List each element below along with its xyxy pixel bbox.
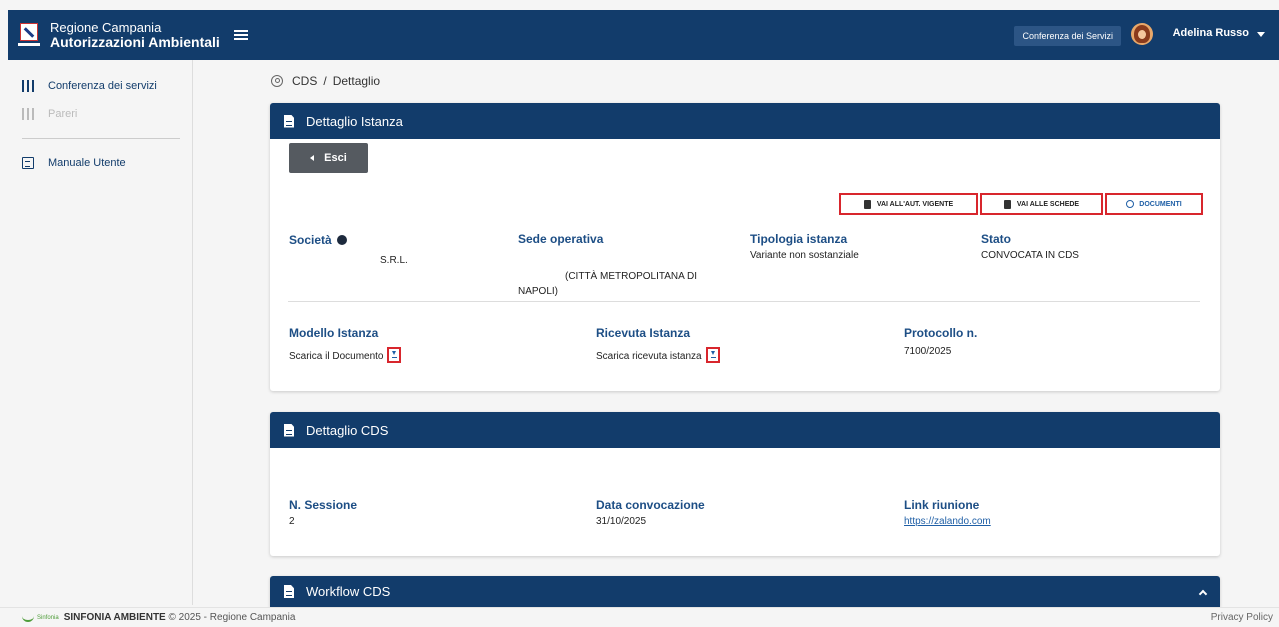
button-label: VAI ALLE SCHEDE bbox=[1016, 200, 1080, 208]
app-brand[interactable]: Regione Campania Autorizzazioni Ambienta… bbox=[50, 20, 220, 50]
breadcrumb-current: Dettaglio bbox=[332, 74, 381, 88]
ricevuta-label: Ricevuta Istanza bbox=[596, 326, 691, 340]
footer: Sinfonia SINFONIA AMBIENTE © 2025 - Regi… bbox=[0, 607, 1279, 627]
privacy-policy-link[interactable]: Privacy Policy bbox=[1211, 612, 1273, 623]
stato-label: Stato bbox=[981, 232, 1011, 246]
brand-line2: Autorizzazioni Ambientali bbox=[50, 34, 220, 50]
sede-value-line2: NAPOLI) bbox=[518, 286, 559, 297]
dettaglio-cds-card: Dettaglio CDS N. Sessione 2 Data convoca… bbox=[270, 412, 1220, 556]
history-icon bbox=[1126, 200, 1135, 208]
data-convocazione-value: 31/10/2025 bbox=[596, 516, 647, 527]
user-avatar[interactable] bbox=[1131, 23, 1153, 45]
card-title: Dettaglio Istanza bbox=[306, 113, 403, 129]
user-name[interactable]: Adelina Russo bbox=[1173, 27, 1249, 39]
documenti-button[interactable]: DOCUMENTI bbox=[1105, 193, 1203, 215]
exit-label: Esci bbox=[324, 152, 347, 164]
protocollo-label: Protocollo n. bbox=[904, 326, 978, 340]
sessione-label: N. Sessione bbox=[289, 498, 358, 512]
clipboard-icon bbox=[1003, 199, 1011, 209]
sidebar-item-conferenza[interactable]: Conferenza dei servizi bbox=[0, 74, 192, 98]
modello-label: Modello Istanza bbox=[289, 326, 379, 340]
sidebar-item-label: Manuale Utente bbox=[48, 157, 126, 169]
document-icon bbox=[284, 585, 294, 598]
card-header: Dettaglio CDS bbox=[270, 412, 1220, 448]
books-icon bbox=[22, 80, 34, 92]
sidebar-divider bbox=[22, 138, 180, 139]
protocollo-value: 7100/2025 bbox=[904, 346, 952, 357]
tipologia-label: Tipologia istanza bbox=[750, 232, 848, 246]
exit-button[interactable]: Esci bbox=[289, 143, 368, 173]
sidebar-item-manuale[interactable]: Manuale Utente bbox=[0, 151, 192, 175]
vai-aut-vigente-button[interactable]: VAI ALL'AUT. VIGENTE bbox=[839, 193, 978, 215]
conferenza-servizi-button[interactable]: Conferenza dei Servizi bbox=[1014, 26, 1121, 46]
breadcrumb-root[interactable]: CDS bbox=[292, 74, 317, 88]
divider bbox=[288, 301, 1200, 302]
clipboard-icon bbox=[863, 199, 871, 209]
link-riunione-label: Link riunione bbox=[904, 498, 980, 512]
breadcrumb: CDS / Dettaglio bbox=[271, 74, 380, 88]
regione-campania-logo-icon[interactable] bbox=[18, 21, 40, 49]
card-header: Dettaglio Istanza bbox=[270, 103, 1220, 139]
document-icon bbox=[284, 114, 294, 128]
card-title: Dettaglio CDS bbox=[306, 422, 389, 438]
sidebar-item-pareri[interactable]: Pareri bbox=[0, 102, 192, 126]
card-header[interactable]: Workflow CDS bbox=[270, 576, 1220, 607]
button-label: VAI ALL'AUT. VIGENTE bbox=[876, 200, 954, 208]
sidebar-item-label: Conferenza dei servizi bbox=[48, 80, 157, 92]
stato-value: CONVOCATA IN CDS bbox=[981, 250, 1079, 261]
sinfonia-logo-icon bbox=[22, 614, 34, 622]
menu-toggle-icon[interactable] bbox=[233, 29, 248, 41]
sessione-value: 2 bbox=[289, 516, 295, 527]
cds-icon bbox=[271, 75, 283, 87]
chevron-down-icon[interactable] bbox=[1257, 32, 1265, 37]
download-icon[interactable] bbox=[387, 347, 402, 363]
sidebar-item-label: Pareri bbox=[48, 108, 78, 120]
modello-value: Scarica il Documento bbox=[289, 347, 402, 364]
footer-brand-small: Sinfonia bbox=[37, 614, 59, 621]
footer-copyright: © 2025 - Regione Campania bbox=[165, 612, 296, 623]
document-icon bbox=[284, 423, 294, 437]
download-icon[interactable] bbox=[705, 347, 720, 363]
data-convocazione-label: Data convocazione bbox=[596, 498, 705, 512]
chevron-up-icon[interactable] bbox=[1198, 589, 1208, 599]
document-icon bbox=[22, 157, 34, 169]
tipologia-value: Variante non sostanziale bbox=[750, 250, 859, 261]
societa-label: Società bbox=[289, 233, 347, 247]
brand-line1: Regione Campania bbox=[50, 20, 162, 35]
card-title: Workflow CDS bbox=[306, 584, 391, 599]
workflow-cds-card: Workflow CDS bbox=[270, 576, 1220, 607]
link-riunione-value[interactable]: https://zalando.com bbox=[904, 514, 991, 529]
societa-value: S.R.L. bbox=[380, 255, 408, 266]
header: Regione Campania Autorizzazioni Ambienta… bbox=[8, 10, 1279, 60]
top-bar: Regione Campania Autorizzazioni Ambienta… bbox=[0, 0, 1279, 60]
books-icon bbox=[22, 108, 34, 120]
sede-value-line1: (CITTÀ METROPOLITANA DI bbox=[565, 271, 698, 282]
breadcrumb-separator: / bbox=[323, 74, 327, 88]
footer-brand: SINFONIA AMBIENTE bbox=[63, 612, 166, 623]
sidebar: Conferenza dei servizi Pareri Manuale Ut… bbox=[0, 60, 193, 605]
vai-schede-button[interactable]: VAI ALLE SCHEDE bbox=[980, 193, 1103, 215]
dettaglio-istanza-card: Dettaglio Istanza Esci VAI ALL'AUT. VIGE… bbox=[270, 103, 1220, 391]
button-label: DOCUMENTI bbox=[1139, 200, 1182, 208]
info-icon[interactable] bbox=[336, 235, 347, 245]
ricevuta-value: Scarica ricevuta istanza bbox=[596, 347, 720, 364]
chevron-left-icon bbox=[310, 155, 315, 161]
sede-label: Sede operativa bbox=[518, 232, 604, 246]
